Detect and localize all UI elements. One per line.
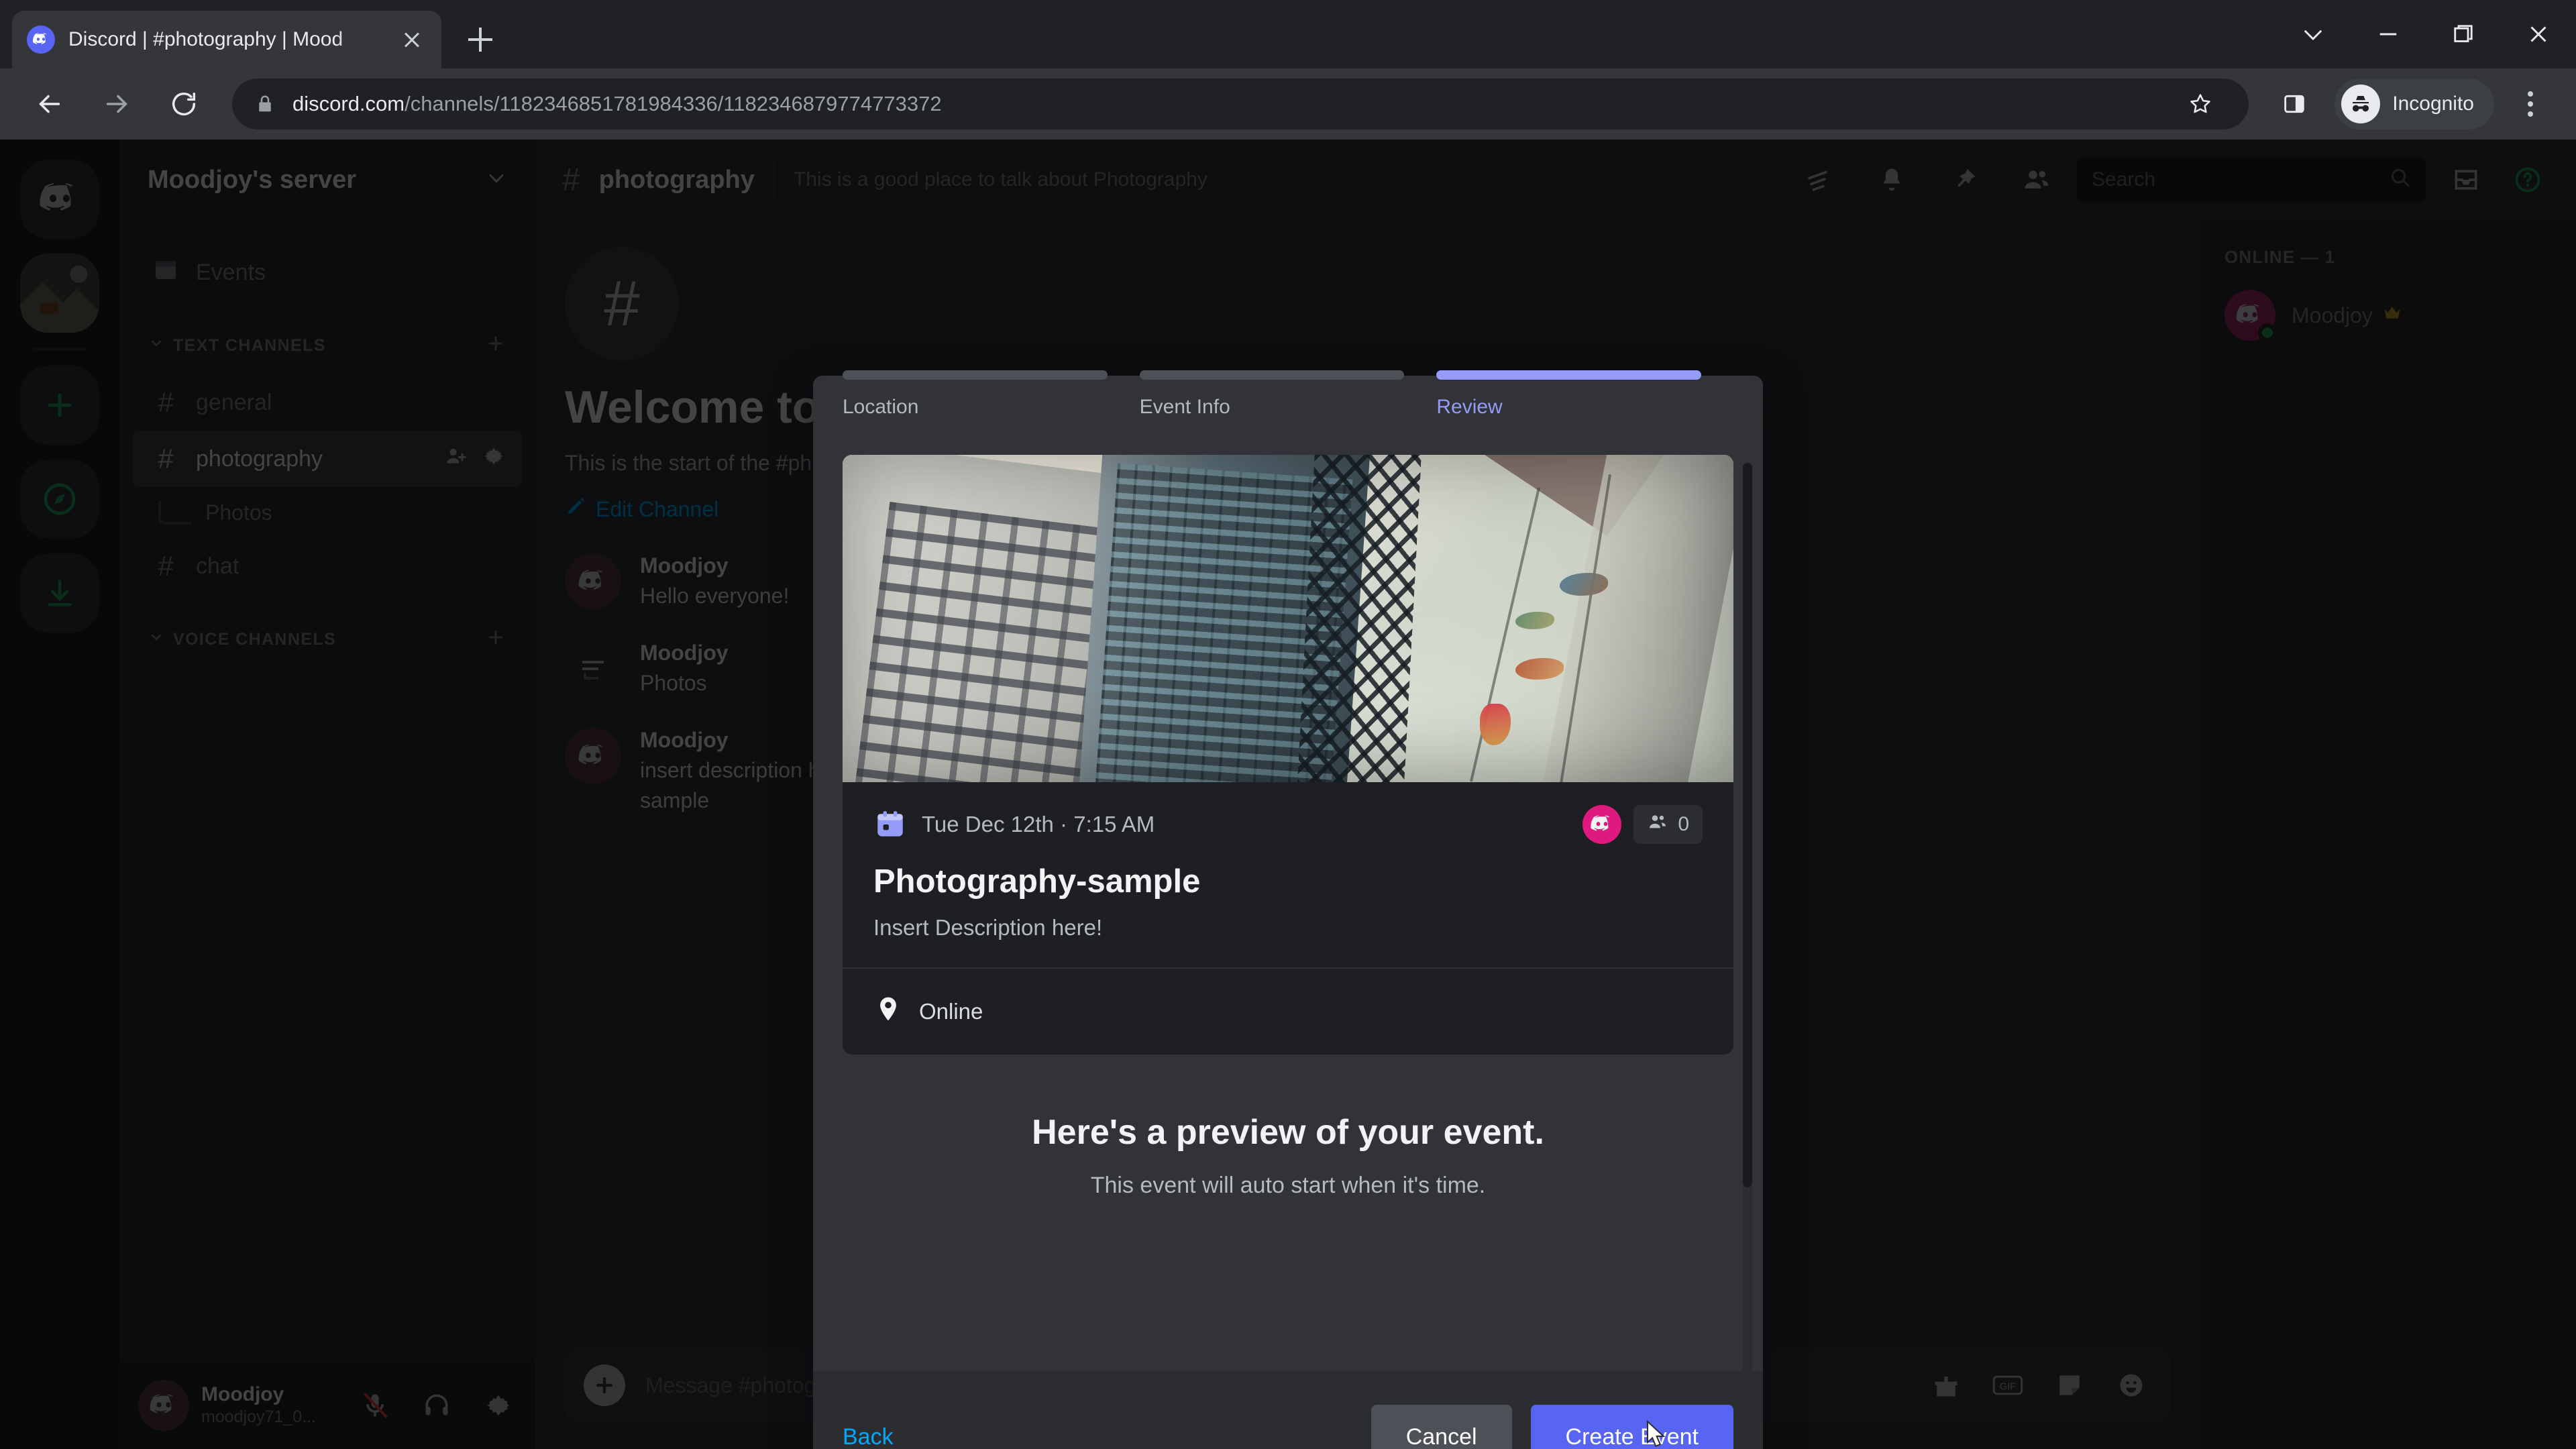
event-cover-image	[843, 455, 1733, 782]
maximize-icon[interactable]	[2426, 0, 2501, 68]
modal-scrollbar[interactable]	[1743, 463, 1752, 1371]
event-description: Insert Description here!	[873, 915, 1103, 940]
window-controls	[2275, 0, 2576, 68]
bookmark-star-icon[interactable]	[2175, 78, 2226, 129]
mouse-cursor	[1638, 1417, 1673, 1449]
discord-app: Moodjoy's server Events TEXT CHANNELS	[0, 140, 2576, 1449]
tab-title: Discord | #photography | Mood	[68, 28, 343, 50]
modal-body: Tue Dec 12th · 7:15 AM 0 Photography-sam…	[813, 376, 1763, 1371]
new-tab-button[interactable]	[456, 15, 504, 64]
event-date-row: Tue Dec 12th · 7:15 AM	[873, 808, 1582, 841]
create-event-modal: Tue Dec 12th · 7:15 AM 0 Photography-sam…	[813, 376, 1763, 1449]
step-progress-bar	[1436, 370, 1702, 380]
step-label: Event Info	[1139, 396, 1230, 418]
discord-icon	[27, 25, 55, 54]
reload-icon[interactable]	[153, 73, 215, 135]
back-button[interactable]: Back	[843, 1424, 1352, 1449]
step-label: Location	[843, 396, 919, 418]
wizard-step-event-info[interactable]: Event Info	[1139, 370, 1437, 419]
calendar-icon	[873, 808, 907, 841]
url-host: discord.com	[292, 92, 405, 115]
address-bar[interactable]: discord.com/channels/1182346851781984336…	[232, 78, 2249, 129]
url-path: /channels/1182346851781984336/1182346879…	[405, 92, 942, 115]
incognito-label: Incognito	[2392, 93, 2474, 115]
browser-tab[interactable]: Discord | #photography | Mood	[12, 11, 441, 68]
event-location-row: Online	[843, 969, 1733, 1055]
incognito-badge[interactable]: Incognito	[2334, 78, 2494, 129]
preview-subtext: This event will auto start when it's tim…	[1090, 1173, 1486, 1198]
host-avatar	[1582, 805, 1622, 844]
step-progress-bar	[1139, 370, 1405, 380]
map-pin-icon	[873, 994, 903, 1029]
step-label: Review	[1436, 396, 1503, 418]
close-icon[interactable]	[397, 25, 427, 54]
rsvp-count-badge: 0	[1633, 805, 1703, 844]
preview-heading: Here's a preview of your event.	[1032, 1113, 1544, 1152]
event-wizard-steps: Location Event Info Review	[813, 370, 1763, 419]
cancel-button[interactable]: Cancel	[1371, 1405, 1512, 1449]
forward-arrow-icon[interactable]	[86, 73, 148, 135]
incognito-icon	[2341, 85, 2381, 123]
event-preview-card: Tue Dec 12th · 7:15 AM 0 Photography-sam…	[843, 455, 1733, 1055]
scrollbar-thumb[interactable]	[1743, 463, 1752, 1187]
url-text: discord.com/channels/1182346851781984336…	[292, 92, 2157, 116]
cover-vignette	[843, 455, 1733, 782]
lock-icon	[255, 94, 275, 114]
browser-window: Discord | #photography | Mood discord.co…	[0, 0, 2576, 1449]
event-title: Photography-sample	[873, 863, 1201, 900]
close-window-icon[interactable]	[2501, 0, 2576, 68]
side-panel-icon[interactable]	[2266, 76, 2322, 132]
rsvp-count: 0	[1678, 813, 1689, 835]
minimize-icon[interactable]	[2351, 0, 2426, 68]
three-dot-menu-icon[interactable]	[2504, 76, 2557, 132]
event-date: Tue Dec 12th · 7:15 AM	[922, 812, 1155, 837]
step-progress-bar	[843, 370, 1108, 380]
event-meta-row: Tue Dec 12th · 7:15 AM 0	[843, 782, 1733, 844]
create-event-button[interactable]: Create Event	[1530, 1405, 1733, 1449]
wizard-step-review[interactable]: Review	[1436, 370, 1733, 419]
wizard-step-location[interactable]: Location	[843, 370, 1140, 419]
chevron-down-icon[interactable]	[2275, 0, 2351, 68]
modal-footer: Back Cancel Create Event	[813, 1371, 1763, 1449]
back-arrow-icon[interactable]	[19, 73, 80, 135]
event-location: Online	[919, 999, 983, 1024]
browser-toolbar: discord.com/channels/1182346851781984336…	[0, 68, 2576, 140]
people-icon	[1647, 811, 1668, 838]
tab-strip: Discord | #photography | Mood	[0, 0, 2576, 68]
